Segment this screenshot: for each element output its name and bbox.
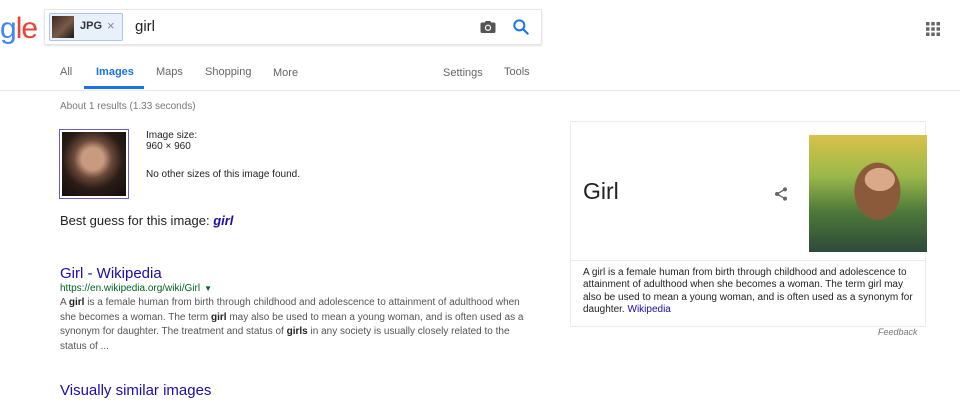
share-icon[interactable] [773,186,789,202]
visually-similar-images-link[interactable]: Visually similar images [60,382,211,399]
image-size-label: Image size: [146,130,198,141]
snippet-highlight: girl [68,297,85,308]
search-icon[interactable] [511,17,531,37]
tab-images[interactable]: Images [96,66,134,78]
query-image-thumbnail [52,16,74,38]
query-image [62,132,126,196]
tools-link[interactable]: Tools [504,66,530,78]
image-query-chip[interactable]: JPG × [49,13,123,41]
snippet-text: A [60,297,69,308]
result-stats: About 1 results (1.33 seconds) [60,101,196,112]
tab-shopping[interactable]: Shopping [205,66,252,78]
tab-maps[interactable]: Maps [156,66,183,78]
search-input[interactable]: girl [135,18,155,35]
chip-close-icon[interactable]: × [107,18,115,33]
header: gle JPG × girl All Images Maps Shopping … [0,0,960,91]
settings-link[interactable]: Settings [443,67,483,79]
active-tab-indicator [84,86,144,89]
wikipedia-source-link[interactable]: Wikipedia [628,304,671,315]
tab-all[interactable]: All [60,66,72,78]
url-dropdown-icon[interactable]: ▼ [204,284,212,293]
result-url: https://en.wikipedia.org/wiki/Girl ▼ [60,283,212,294]
knowledge-panel-image[interactable] [809,135,927,252]
snippet-highlight: girl [211,311,227,323]
apps-grid-icon[interactable] [926,22,940,36]
image-size-value: 960 × 960 [146,141,191,152]
no-other-sizes-text: No other sizes of this image found. [146,169,300,180]
best-guess: Best guess for this image: girl [60,213,234,228]
tab-more[interactable]: More [273,67,298,79]
divider [571,260,925,261]
snippet-highlight: girls [286,326,308,337]
google-logo[interactable]: gle [0,12,38,46]
query-image-preview[interactable] [59,129,129,199]
best-guess-link[interactable]: girl [213,213,233,228]
search-box[interactable]: JPG × girl [44,9,542,45]
camera-icon[interactable] [479,18,497,36]
result-title-link[interactable]: Girl - Wikipedia [60,265,162,282]
chip-label: JPG [80,20,103,32]
result-snippet: A girl is a female human from birth thro… [60,296,535,354]
knowledge-panel-title: Girl [583,178,619,204]
knowledge-panel: Girl A girl is a female human from birth… [570,121,927,327]
feedback-link[interactable]: Feedback [878,327,918,337]
knowledge-panel-description: A girl is a female human from birth thro… [583,267,913,315]
